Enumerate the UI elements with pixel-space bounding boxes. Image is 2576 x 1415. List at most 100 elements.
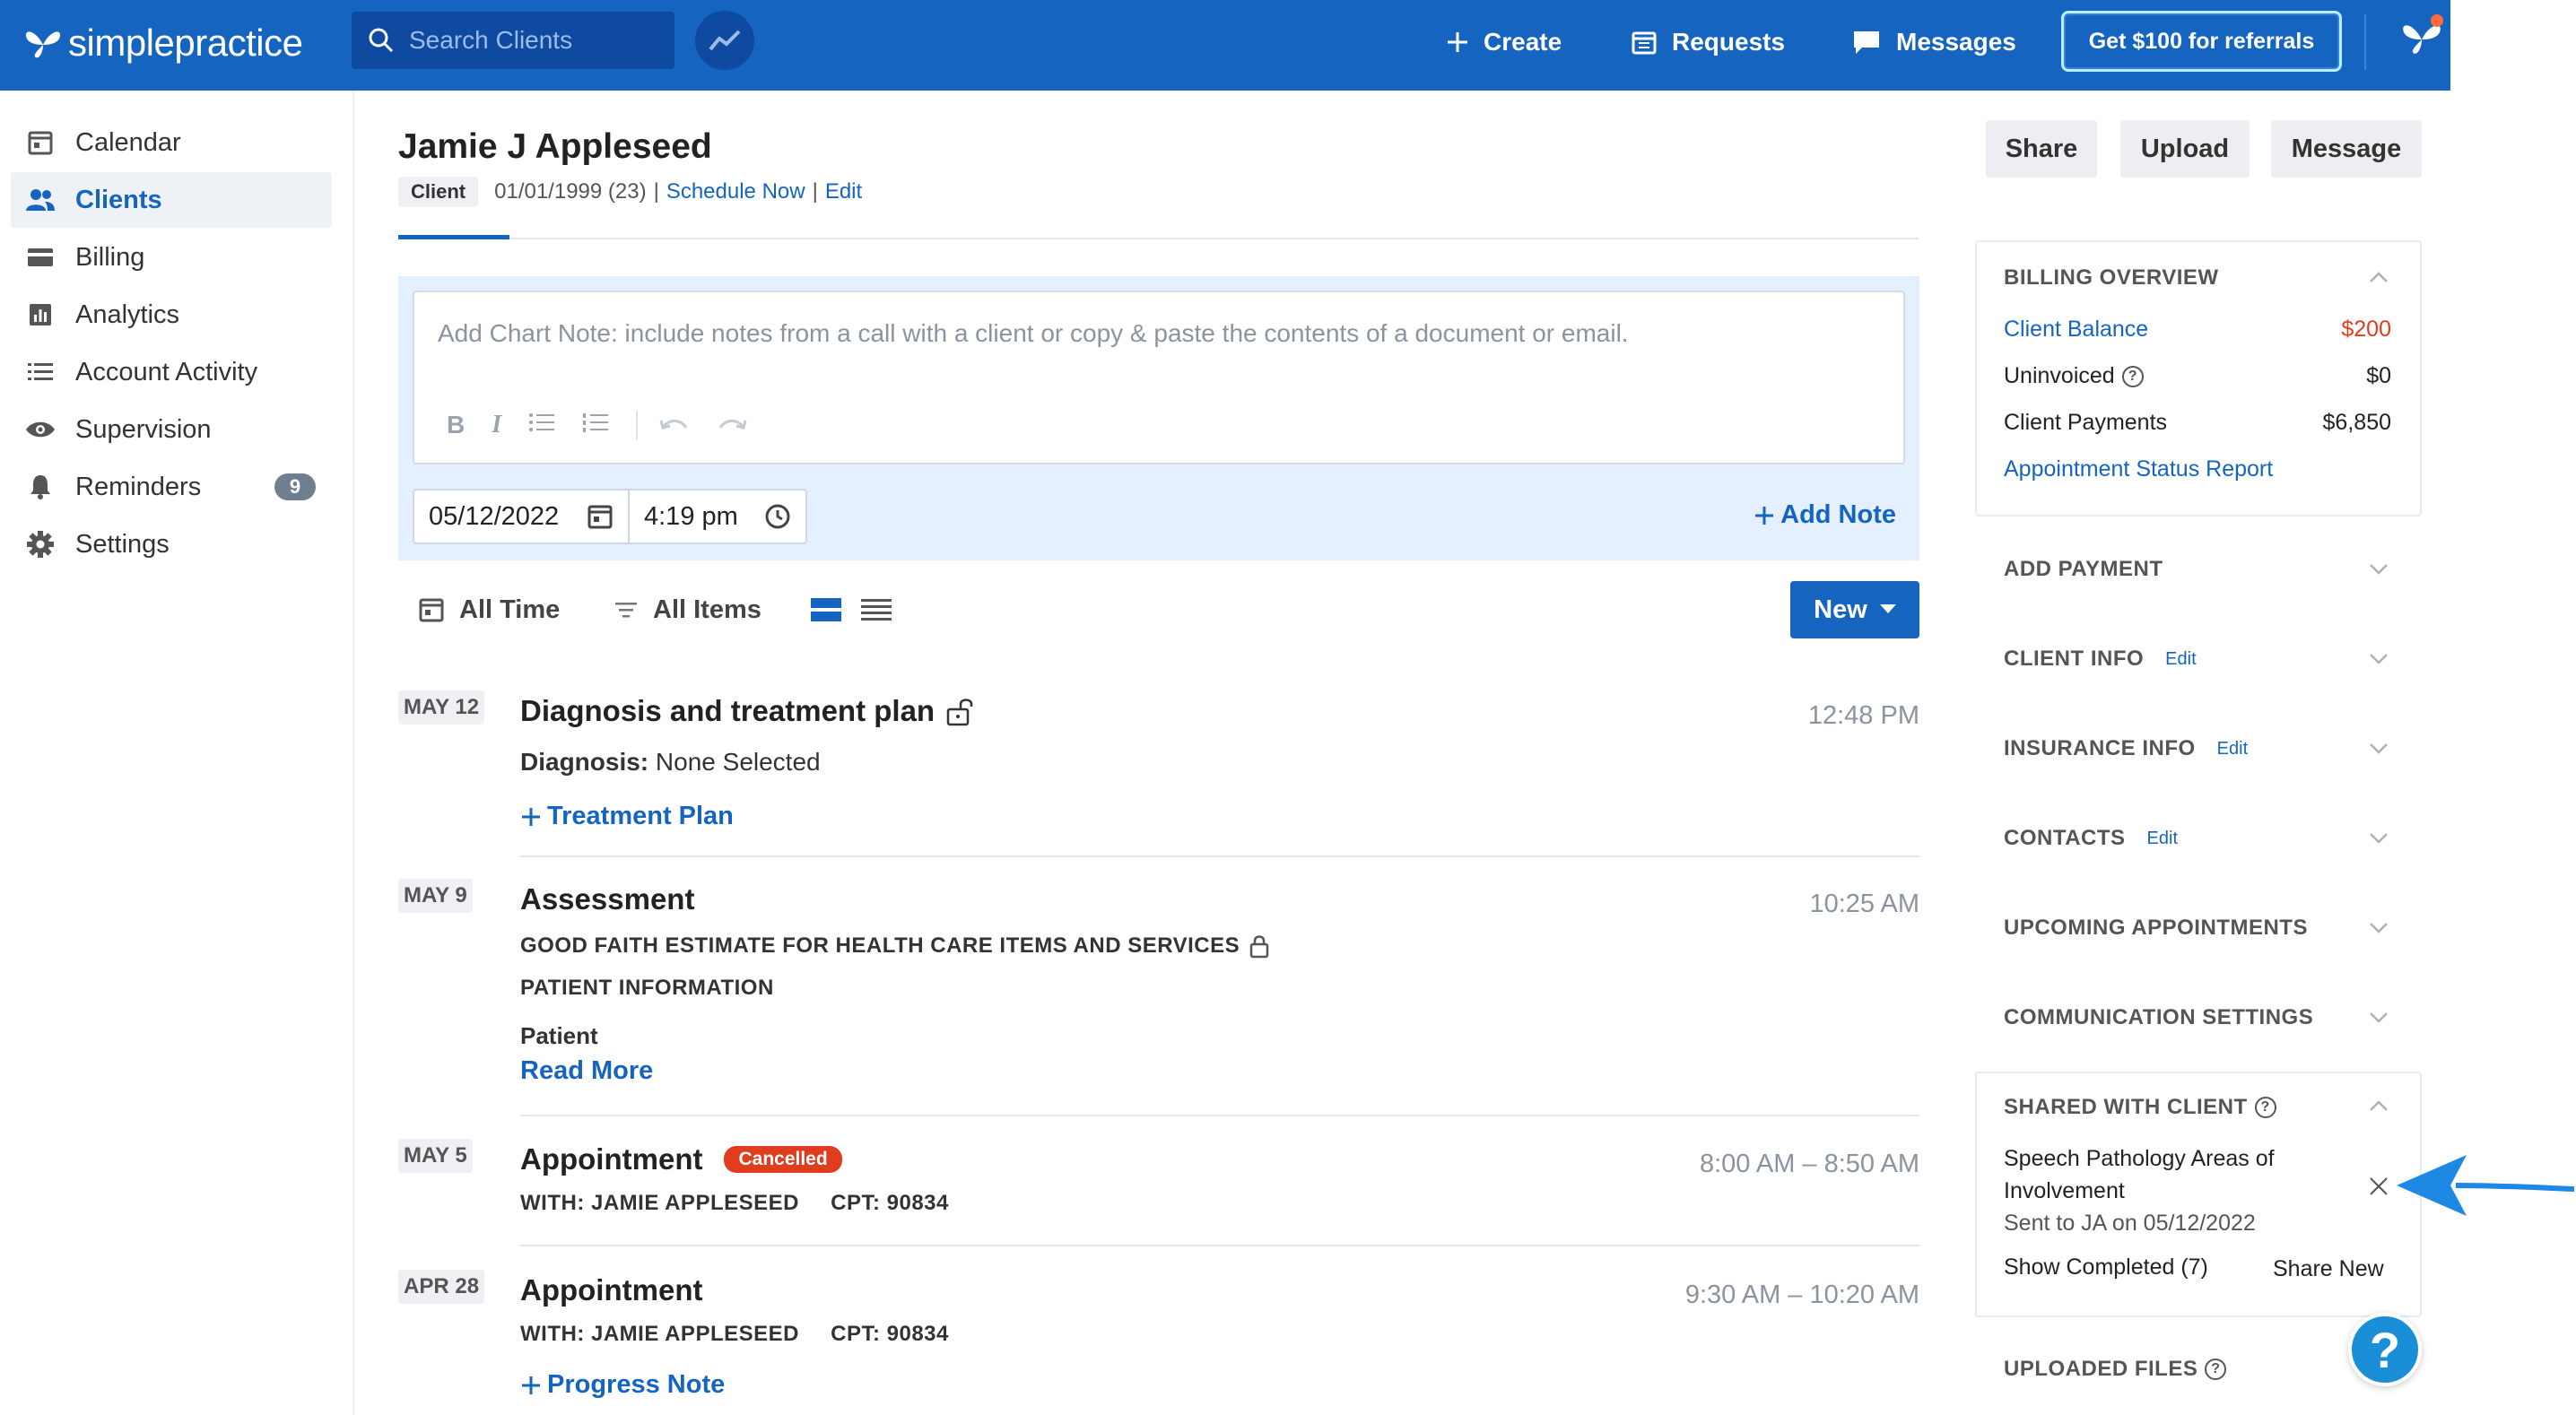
chevron-down-icon[interactable] <box>2368 827 2389 848</box>
time-filter[interactable]: All Time <box>418 592 560 628</box>
chevron-down-icon[interactable] <box>2368 647 2389 669</box>
client-balance-value: $200 <box>2341 317 2391 342</box>
add-note-button[interactable]: Add Note <box>1754 500 1896 530</box>
sidebar-item-analytics[interactable]: Analytics <box>11 287 332 343</box>
assessment-line-2: PATIENT INFORMATION <box>520 976 774 1000</box>
appointment-status-report-link[interactable]: Appointment Status Report <box>2004 456 2273 482</box>
insurance-info-title: INSURANCE INFO <box>2004 736 2196 760</box>
sidebar-item-account-activity[interactable]: Account Activity <box>11 344 332 400</box>
lock-icon <box>1249 935 1269 959</box>
undo-icon[interactable] <box>659 411 690 439</box>
chevron-down-icon[interactable] <box>2368 737 2389 759</box>
communication-settings-section[interactable]: COMMUNICATION SETTINGS <box>2004 1005 2313 1030</box>
pointer-arrow-icon <box>2397 1155 2574 1216</box>
filter-icon <box>615 603 637 618</box>
list-view-icon[interactable] <box>861 598 892 621</box>
upload-button[interactable]: Upload <box>2120 120 2250 178</box>
schedule-now-link[interactable]: Schedule Now <box>666 179 805 204</box>
feed-date: MAY 12 <box>398 690 485 725</box>
sidebar-item-settings[interactable]: Settings <box>11 517 332 572</box>
chevron-down-icon[interactable] <box>2368 916 2389 938</box>
add-progress-note-link[interactable]: Progress Note <box>520 1370 725 1400</box>
chart-note-editor[interactable]: Add Chart Note: include notes from a cal… <box>413 291 1905 464</box>
share-button[interactable]: Share <box>1986 120 2097 178</box>
topbar-divider <box>2364 14 2366 70</box>
note-date-field[interactable]: 05/12/2022 <box>414 490 630 543</box>
gear-icon <box>25 529 56 560</box>
help-icon[interactable]: ? <box>2254 1097 2276 1118</box>
assessment-heading: GOOD FAITH ESTIMATE FOR HEALTH CARE ITEM… <box>520 933 1240 958</box>
sidebar-item-calendar[interactable]: Calendar <box>11 115 332 170</box>
billing-overview-title[interactable]: BILLING OVERVIEW <box>2004 265 2219 291</box>
edit-client-link[interactable]: Edit <box>825 179 862 204</box>
client-info-edit-link[interactable]: Edit <box>2165 649 2196 670</box>
plus-icon <box>1448 32 1467 52</box>
insights-button[interactable] <box>695 11 754 70</box>
client-type-chip: Client <box>398 177 479 207</box>
bold-icon[interactable]: B <box>447 411 465 439</box>
feed-divider <box>520 1115 1919 1116</box>
upcoming-appointments-section[interactable]: UPCOMING APPOINTMENTS <box>2004 916 2308 941</box>
search-box[interactable] <box>352 12 674 69</box>
share-new-link[interactable]: Share New <box>2273 1256 2384 1282</box>
redo-icon[interactable] <box>717 411 747 439</box>
note-time-field[interactable]: 4:19 pm <box>630 490 805 543</box>
appointment-with: WITH: JAMIE APPLESEED <box>520 1322 799 1346</box>
search-input[interactable] <box>409 26 660 55</box>
sidebar-item-label: Supervision <box>75 414 212 444</box>
client-info-section[interactable]: CLIENT INFO Edit <box>2004 647 2197 672</box>
add-treatment-plan-link[interactable]: Treatment Plan <box>520 802 734 831</box>
help-icon[interactable]: ? <box>2205 1359 2227 1380</box>
uninvoiced-label-group: Uninvoiced ? <box>2004 363 2144 389</box>
calendar-icon <box>419 598 444 622</box>
contacts-edit-link[interactable]: Edit <box>2147 829 2178 849</box>
card-view-icon[interactable] <box>811 598 841 621</box>
chevron-up-icon[interactable] <box>2368 1096 2389 1117</box>
sidebar-item-clients[interactable]: Clients <box>11 172 332 228</box>
numbered-list-icon[interactable] <box>582 411 609 439</box>
new-item-button[interactable]: New <box>1790 581 1919 638</box>
chevron-down-icon[interactable] <box>2368 1006 2389 1028</box>
chevron-up-icon[interactable] <box>2368 267 2389 289</box>
sidebar-item-billing[interactable]: Billing <box>11 230 332 285</box>
italic-icon[interactable]: I <box>492 411 501 439</box>
feed-item-diagnosis: MAY 12 Diagnosis and treatment plan 12:4… <box>398 690 1919 861</box>
close-icon[interactable] <box>2368 1176 2389 1197</box>
feed-title[interactable]: Assessment <box>520 882 694 916</box>
insurance-info-section[interactable]: INSURANCE INFO Edit <box>2004 736 2248 761</box>
client-balance-link[interactable]: Client Balance <box>2004 317 2148 343</box>
uploaded-files-section[interactable]: UPLOADED FILES ? <box>2004 1357 2227 1382</box>
appointment-cpt: CPT: 90834 <box>831 1322 949 1346</box>
referral-button[interactable]: Get $100 for referrals <box>2061 11 2342 72</box>
feed-divider <box>520 1245 1919 1246</box>
message-button[interactable]: Message <box>2271 120 2422 178</box>
help-icon[interactable]: ? <box>2121 365 2144 387</box>
read-more-link[interactable]: Read More <box>520 1056 653 1086</box>
notification-dot <box>2431 14 2443 27</box>
chevron-down-icon[interactable] <box>2368 558 2389 579</box>
feed-title[interactable]: Appointment <box>520 1273 702 1307</box>
help-button[interactable]: ? <box>2348 1313 2422 1386</box>
bullet-list-icon[interactable] <box>528 411 555 439</box>
feed-title[interactable]: Diagnosis and treatment plan <box>520 694 974 728</box>
add-note-label: Add Note <box>1780 500 1896 529</box>
create-button[interactable]: Create <box>1446 20 1562 65</box>
items-filter[interactable]: All Items <box>614 592 761 628</box>
insurance-info-edit-link[interactable]: Edit <box>2217 739 2248 760</box>
show-completed-link[interactable]: Show Completed (7) <box>2004 1254 2208 1280</box>
client-info-title: CLIENT INFO <box>2004 647 2145 671</box>
sidebar-item-label: Reminders <box>75 472 202 501</box>
messages-button[interactable]: Messages <box>1851 20 2016 65</box>
shared-doc-sent: Sent to JA on 05/12/2022 <box>2004 1211 2256 1236</box>
messages-label: Messages <box>1896 28 2016 56</box>
feed-title[interactable]: Appointment Cancelled <box>520 1142 842 1176</box>
add-payment-section[interactable]: ADD PAYMENT <box>2004 557 2163 582</box>
brand-logo[interactable]: simplepractice <box>23 16 303 70</box>
eye-icon <box>25 414 56 445</box>
shared-with-client-title[interactable]: SHARED WITH CLIENT ? <box>2004 1095 2276 1120</box>
sidebar-item-supervision[interactable]: Supervision <box>11 402 332 457</box>
requests-button[interactable]: Requests <box>1631 20 1785 65</box>
sidebar-item-reminders[interactable]: Reminders 9 <box>11 459 332 515</box>
unlock-icon <box>946 699 973 726</box>
contacts-section[interactable]: CONTACTS Edit <box>2004 826 2178 851</box>
